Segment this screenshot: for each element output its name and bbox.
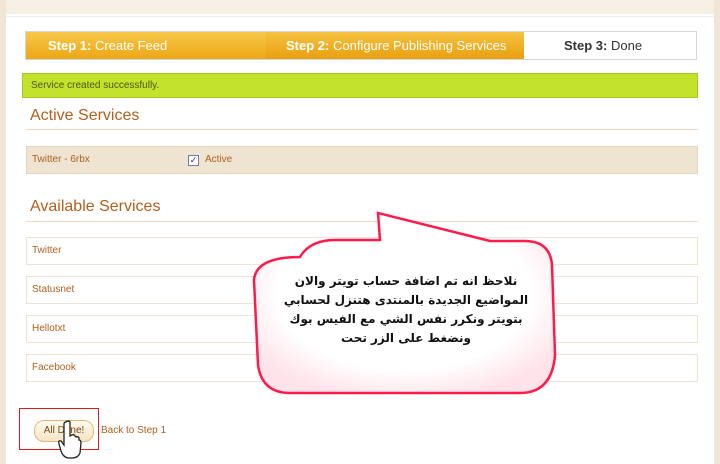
callout-line: بتويتر ونكرر نفس الشي مع الفيس بوك: [289, 312, 523, 326]
hand-pointer-icon: [58, 420, 82, 459]
active-services-heading: Active Services: [30, 107, 140, 124]
active-service-name: Twitter - 6rbx: [32, 154, 90, 165]
success-banner: Service created successfully.: [22, 73, 698, 98]
step-2-number: Step 2:: [286, 38, 330, 53]
step-3-label: Done: [610, 38, 643, 53]
left-border: [0, 0, 6, 464]
callout-line: نلاحظ انه تم اضافة حساب تويتر والان: [294, 274, 518, 288]
step-3-number: Step 3:: [564, 38, 608, 53]
step-2[interactable]: Step 2: Configure Publishing Services: [266, 32, 524, 59]
step-1-label: Create Feed: [94, 38, 168, 53]
callout-text: نلاحظ انه تم اضافة حساب تويتر والان المو…: [268, 272, 544, 348]
callout-line: ونضغط على الزر تحت: [340, 331, 472, 345]
step-3: Step 3: Done: [524, 32, 696, 59]
wizard-steps: Step 1: Create Feed Step 2: Configure Pu…: [25, 31, 697, 60]
step-2-label: Configure Publishing Services: [332, 38, 507, 53]
step-1-number: Step 1:: [48, 38, 92, 53]
checkmark-icon[interactable]: ✓: [188, 155, 199, 166]
back-to-step-1-link[interactable]: Back to Step 1: [101, 425, 166, 436]
callout-line: المواضيع الجديدة بالمنتدى هتنزل لحسابي: [283, 293, 529, 307]
step-1[interactable]: Step 1: Create Feed: [26, 32, 266, 59]
top-border: [0, 0, 720, 17]
active-service-row: Twitter - 6rbx ✓ Active: [26, 146, 698, 174]
active-checkbox-label: Active: [205, 154, 233, 165]
divider: [26, 129, 698, 130]
right-border: [714, 0, 720, 464]
available-services-heading: Available Services: [30, 198, 161, 215]
